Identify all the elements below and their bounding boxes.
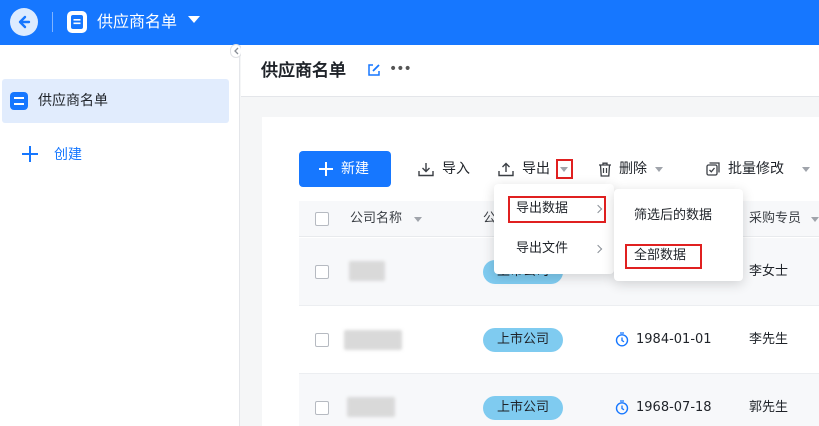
download-icon xyxy=(418,163,434,177)
row-checkbox[interactable] xyxy=(315,333,329,347)
trash-icon xyxy=(599,162,611,177)
caret-down-icon[interactable] xyxy=(560,167,568,172)
import-button[interactable]: 导入 xyxy=(418,158,474,180)
more-icon[interactable]: ••• xyxy=(389,62,412,76)
menu-item-all-data[interactable]: 全部数据 xyxy=(634,246,686,266)
company-name-redacted xyxy=(349,261,385,281)
caret-down-icon[interactable] xyxy=(802,167,810,172)
export-label: 导出 xyxy=(522,161,550,177)
arrow-left-icon xyxy=(18,15,31,29)
company-name-redacted xyxy=(347,397,395,417)
edit-icon[interactable] xyxy=(367,63,381,77)
caret-down-icon[interactable] xyxy=(655,167,663,172)
new-button[interactable]: 新建 xyxy=(299,151,391,187)
column-header-buyer[interactable]: 采购专员 xyxy=(749,209,801,229)
delete-label: 删除 xyxy=(619,161,647,177)
menu-item-filtered-data[interactable]: 筛选后的数据 xyxy=(634,206,712,226)
clock-icon xyxy=(615,332,629,347)
back-button[interactable] xyxy=(10,8,38,36)
sort-caret-icon[interactable] xyxy=(414,217,422,222)
sidebar-item-supplier-list[interactable]: 供应商名单 xyxy=(2,79,229,123)
chevron-left-icon xyxy=(234,47,239,55)
sort-caret-icon[interactable] xyxy=(811,217,819,222)
sidebar-item-label: 供应商名单 xyxy=(38,93,108,109)
clock-icon xyxy=(615,400,629,415)
buyer-name: 李女士 xyxy=(749,264,789,279)
batch-edit-icon xyxy=(706,162,720,176)
plus-icon xyxy=(319,162,333,176)
caret-down-icon[interactable] xyxy=(188,16,200,23)
document-icon xyxy=(10,92,28,110)
app-icon xyxy=(67,11,87,33)
export-menu: 导出数据 导出文件 xyxy=(494,184,614,274)
date-value: 1984-01-01 xyxy=(636,332,712,347)
chevron-right-icon xyxy=(593,244,603,254)
plus-icon xyxy=(22,146,38,162)
buyer-name: 李先生 xyxy=(749,332,789,347)
row-checkbox[interactable] xyxy=(315,265,329,279)
export-button[interactable]: 导出 xyxy=(498,158,554,180)
select-all-checkbox[interactable] xyxy=(315,212,329,226)
sidebar: 供应商名单 创建 xyxy=(0,45,240,426)
row-checkbox[interactable] xyxy=(315,401,329,415)
export-data-submenu: 筛选后的数据 全部数据 xyxy=(614,189,743,281)
company-name-redacted xyxy=(344,330,402,350)
menu-item-export-data[interactable]: 导出数据 xyxy=(516,199,568,219)
column-header-company[interactable]: 公司名称 xyxy=(350,209,402,229)
date-value: 1968-07-18 xyxy=(636,400,712,415)
page-header: 供应商名单 ••• xyxy=(241,45,819,97)
divider xyxy=(52,12,53,32)
company-type-tag: 上市公司 xyxy=(483,328,563,352)
sidebar-create-button[interactable]: 创建 xyxy=(0,135,240,175)
top-bar: 供应商名单 xyxy=(0,0,819,45)
menu-item-export-file[interactable]: 导出文件 xyxy=(516,239,568,259)
company-type-tag: 上市公司 xyxy=(483,396,563,420)
batch-edit-button[interactable]: 批量修改 xyxy=(706,158,796,180)
new-button-label: 新建 xyxy=(341,161,369,177)
import-label: 导入 xyxy=(442,161,470,177)
buyer-name: 郭先生 xyxy=(749,400,789,415)
upload-icon xyxy=(498,162,514,177)
batch-edit-label: 批量修改 xyxy=(728,161,784,177)
sidebar-create-label: 创建 xyxy=(54,147,82,163)
page-title: 供应商名单 xyxy=(261,61,346,81)
app-title[interactable]: 供应商名单 xyxy=(97,11,177,33)
